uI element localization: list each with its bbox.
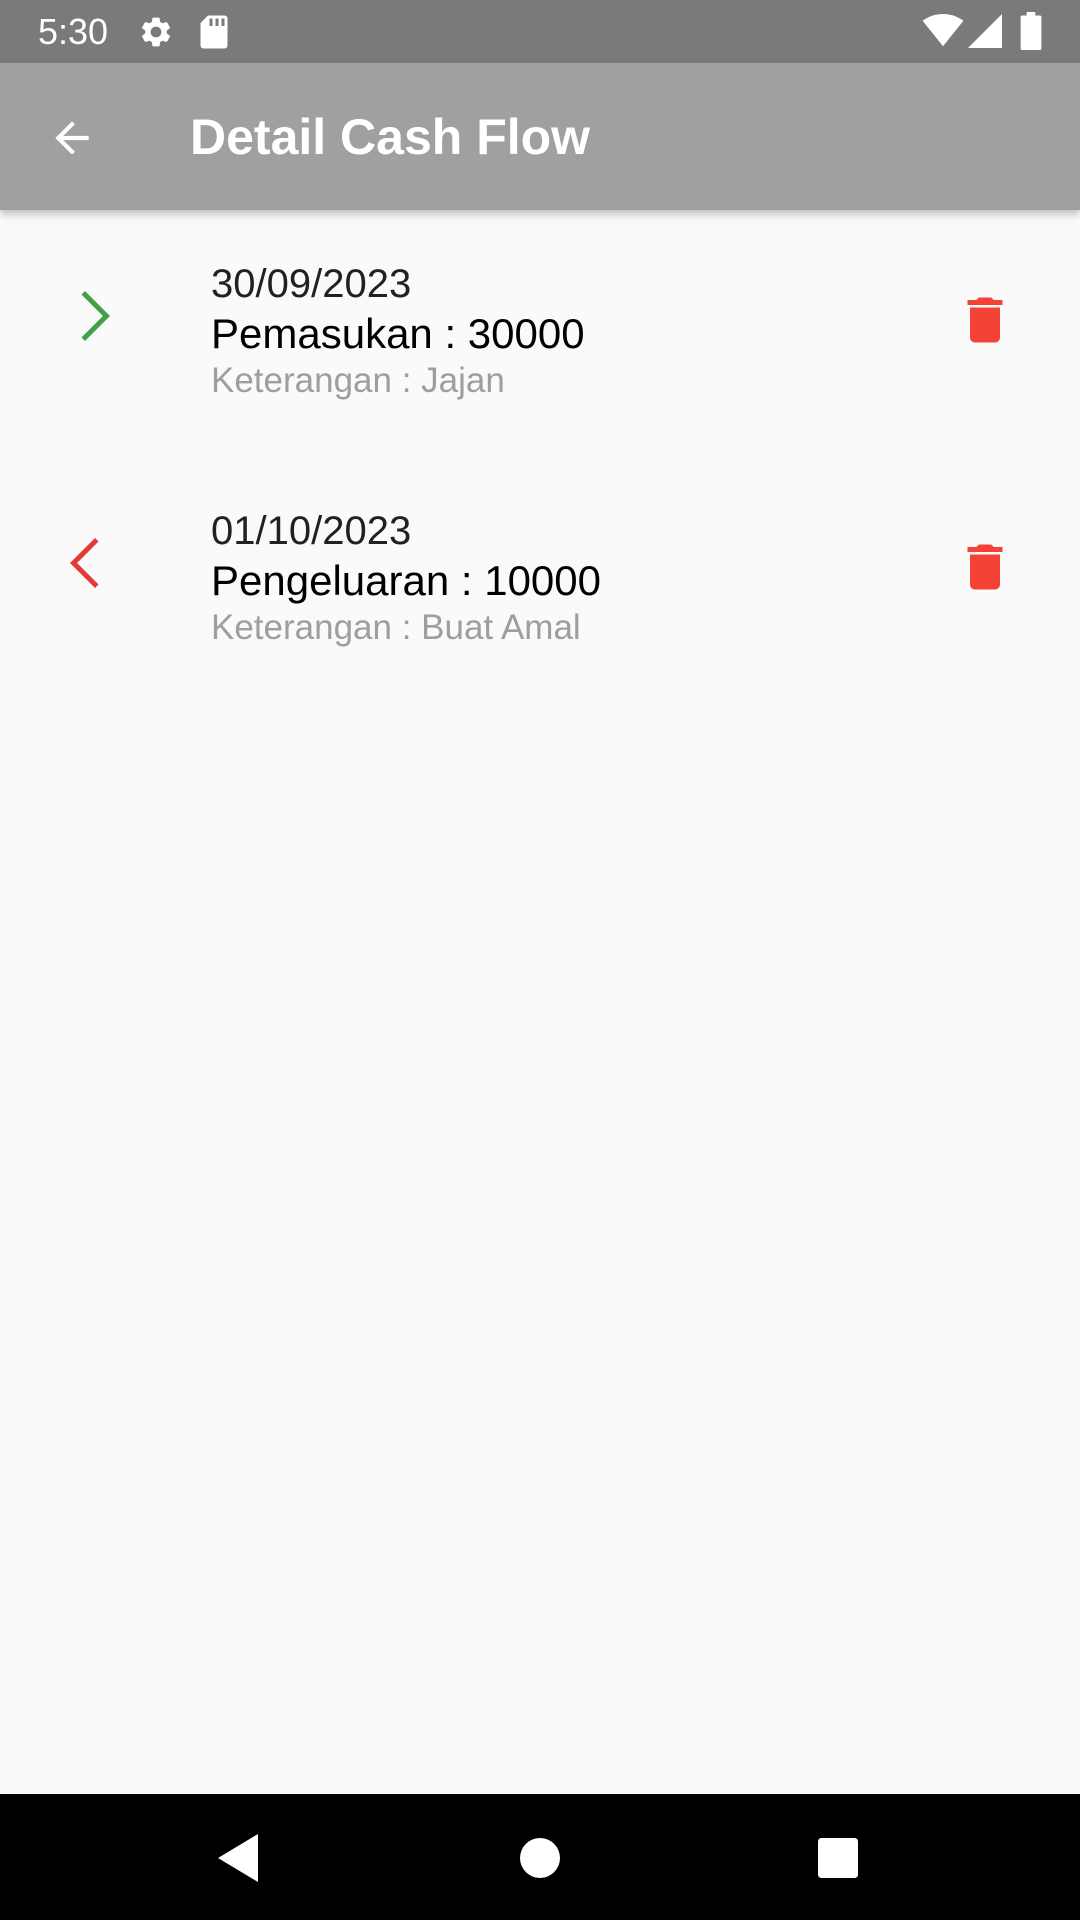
transaction-note: Keterangan : Buat Amal xyxy=(211,608,581,647)
app-bar: Detail Cash Flow xyxy=(0,63,1080,210)
system-nav-bar xyxy=(0,1794,1080,1920)
transaction-amount: Pengeluaran : 10000 xyxy=(211,557,601,604)
nav-home-button[interactable] xyxy=(498,1816,582,1900)
transaction-item-income[interactable]: 30/09/2023 Pemasukan : 30000 Keterangan … xyxy=(0,220,1080,420)
signal-icon xyxy=(968,14,1002,48)
transaction-amount: Pemasukan : 30000 xyxy=(211,310,585,357)
page-title: Detail Cash Flow xyxy=(190,109,591,165)
back-button[interactable] xyxy=(30,96,114,180)
transaction-item-expense[interactable]: 01/10/2023 Pengeluaran : 10000 Keteranga… xyxy=(0,467,1080,667)
status-time: 5:30 xyxy=(38,11,109,52)
income-indicator xyxy=(50,276,130,356)
gear-icon xyxy=(141,17,171,47)
transaction-date: 01/10/2023 xyxy=(211,509,412,553)
transaction-text: 30/09/2023 Pemasukan : 30000 Keterangan … xyxy=(211,260,911,402)
transaction-text: 01/10/2023 Pengeluaran : 10000 Keteranga… xyxy=(211,507,911,649)
nav-recents-button[interactable] xyxy=(796,1816,880,1900)
sd-card-icon xyxy=(200,15,228,49)
expense-indicator xyxy=(50,523,130,603)
arrow-back-icon xyxy=(55,121,89,155)
delete-button[interactable] xyxy=(945,527,1025,607)
nav-recents-icon xyxy=(818,1838,858,1878)
chevron-left-icon xyxy=(70,538,99,588)
delete-button[interactable] xyxy=(945,280,1025,360)
status-bar: 5:30 xyxy=(0,0,1080,63)
nav-back-icon xyxy=(218,1834,258,1882)
battery-icon xyxy=(1020,12,1042,50)
nav-back-button[interactable] xyxy=(196,1816,280,1900)
chevron-right-icon xyxy=(81,291,110,341)
nav-home-icon xyxy=(520,1838,560,1878)
trash-icon xyxy=(967,297,1003,343)
transaction-note: Keterangan : Jajan xyxy=(211,361,505,400)
wifi-icon xyxy=(922,14,964,47)
trash-icon xyxy=(967,544,1003,590)
transaction-date: 30/09/2023 xyxy=(211,262,412,306)
